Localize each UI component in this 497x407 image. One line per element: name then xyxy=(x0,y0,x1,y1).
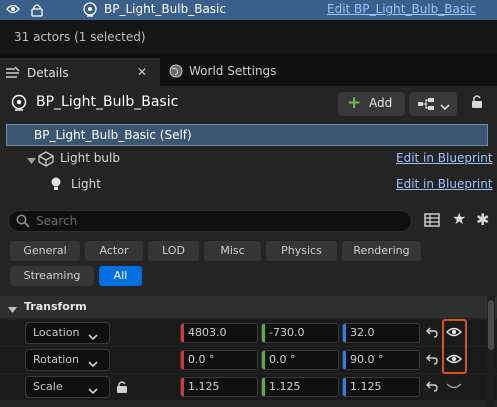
expand-arrow-icon[interactable] xyxy=(27,154,36,168)
rotation-x-field[interactable]: 0.0 ° xyxy=(180,350,258,370)
outliner-selected-row[interactable]: BP_Light_Bulb_Basic Edit BP_Light_Bulb_B… xyxy=(0,0,497,20)
component-tree-item[interactable]: Light bulb Edit in Blueprint xyxy=(0,148,497,170)
property-label: Location xyxy=(33,326,80,339)
chevron-down-icon xyxy=(440,100,450,114)
details-actor-title: BP_Light_Bulb_Basic xyxy=(36,94,179,110)
filter-all[interactable]: All xyxy=(99,266,142,286)
component-tree-item[interactable]: Light Edit in Blueprint xyxy=(0,173,497,195)
location-mode-dropdown[interactable]: Location xyxy=(25,322,110,344)
visibility-highlight-box xyxy=(442,319,467,374)
location-x-field[interactable]: 4803.0 xyxy=(180,323,258,343)
property-row-location: Location 4803.0 -730.0 32.0 xyxy=(0,320,497,346)
chevron-down-icon xyxy=(88,384,98,398)
add-button-label: Add xyxy=(369,96,393,110)
y-axis-marker xyxy=(262,378,265,396)
chevron-down-icon xyxy=(88,357,98,371)
search-icon xyxy=(16,214,30,231)
transform-section-label: Transform xyxy=(24,300,87,313)
scale-x-value: 1.125 xyxy=(188,380,220,393)
filter-actor[interactable]: Actor xyxy=(85,241,143,261)
plus-icon: + xyxy=(347,93,362,113)
chevron-down-icon xyxy=(88,330,98,344)
location-z-field[interactable]: 32.0 xyxy=(342,323,420,343)
visibility-eye-icon[interactable] xyxy=(6,3,20,18)
scale-y-value: 1.125 xyxy=(269,380,301,393)
property-row-rotation: Rotation 0.0 ° 0.0 ° 90.0 ° xyxy=(0,347,497,373)
rotation-z-field[interactable]: 90.0 ° xyxy=(342,350,420,370)
component-self-label: BP_Light_Bulb_Basic (Self) xyxy=(34,128,192,142)
rotation-y-field[interactable]: 0.0 ° xyxy=(261,350,339,370)
location-y-value: -730.0 xyxy=(269,326,305,339)
transform-section-header[interactable]: Transform xyxy=(0,296,497,318)
point-light-icon xyxy=(49,176,63,195)
scale-z-value: 1.125 xyxy=(350,380,382,393)
scale-y-field[interactable]: 1.125 xyxy=(261,377,339,397)
y-axis-marker xyxy=(262,324,265,342)
lock-selection-icon[interactable] xyxy=(470,93,484,112)
add-component-button[interactable]: + Add xyxy=(338,92,405,116)
property-label: Scale xyxy=(33,380,63,393)
z-axis-marker xyxy=(343,324,346,342)
filter-general[interactable]: General xyxy=(10,241,80,261)
location-y-field[interactable]: -730.0 xyxy=(261,323,339,343)
location-x-value: 4803.0 xyxy=(188,326,227,339)
component-tree-self[interactable]: BP_Light_Bulb_Basic (Self) xyxy=(6,124,488,146)
lock-icon[interactable] xyxy=(31,3,43,20)
eye-closed-icon[interactable] xyxy=(446,380,462,395)
scrollbar-thumb[interactable] xyxy=(488,300,494,350)
blueprint-hierarchy-icon xyxy=(417,97,435,114)
rotation-z-value: 90.0 ° xyxy=(350,353,384,366)
rotation-x-value: 0.0 ° xyxy=(188,353,215,366)
z-axis-marker xyxy=(343,378,346,396)
component-label: Light xyxy=(71,177,101,191)
table-view-icon[interactable] xyxy=(424,213,440,230)
reset-arrow-icon[interactable] xyxy=(426,380,438,395)
close-tab-icon[interactable]: ✕ xyxy=(137,65,147,79)
actor-count-label: 31 actors (1 selected) xyxy=(14,30,146,44)
z-axis-marker xyxy=(343,351,346,369)
edit-in-blueprint-link[interactable]: Edit in Blueprint xyxy=(396,151,493,165)
filter-physics[interactable]: Physics xyxy=(266,241,337,261)
gear-icon[interactable]: ✱ xyxy=(476,210,489,229)
property-label: Rotation xyxy=(33,353,80,366)
globe-icon xyxy=(169,64,183,81)
edit-in-blueprint-link[interactable]: Edit in Blueprint xyxy=(396,177,493,191)
scale-z-field[interactable]: 1.125 xyxy=(342,377,420,397)
filter-lod[interactable]: LOD xyxy=(148,241,199,261)
x-axis-marker xyxy=(181,324,184,342)
edit-blueprint-link[interactable]: Edit BP_Light_Bulb_Basic xyxy=(327,2,476,16)
blueprint-options-button[interactable] xyxy=(409,92,457,116)
property-row-scale: Scale 1.125 1.125 1.125 xyxy=(0,374,497,400)
rotation-mode-dropdown[interactable]: Rotation xyxy=(25,349,110,371)
y-axis-marker xyxy=(262,351,265,369)
outliner-actor-name: BP_Light_Bulb_Basic xyxy=(104,2,226,16)
tab-world-settings[interactable]: World Settings xyxy=(160,58,340,86)
filter-rendering[interactable]: Rendering xyxy=(342,241,421,261)
tab-details[interactable]: Details ✕ xyxy=(0,58,160,86)
rotation-y-value: 0.0 ° xyxy=(269,353,296,366)
scale-x-field[interactable]: 1.125 xyxy=(180,377,258,397)
x-axis-marker xyxy=(181,351,184,369)
reset-arrow-icon[interactable] xyxy=(426,353,438,368)
component-label: Light bulb xyxy=(60,151,120,165)
tab-details-label: Details xyxy=(27,66,69,80)
filter-misc[interactable]: Misc xyxy=(204,241,261,261)
scale-mode-dropdown[interactable]: Scale xyxy=(25,376,110,398)
filter-streaming[interactable]: Streaming xyxy=(10,266,94,286)
collapse-arrow-icon xyxy=(8,303,17,317)
location-z-value: 32.0 xyxy=(350,326,375,339)
scale-lock-icon[interactable] xyxy=(116,380,128,397)
tab-world-settings-label: World Settings xyxy=(189,64,277,78)
static-mesh-icon xyxy=(37,151,55,170)
blueprint-actor-icon xyxy=(10,94,28,115)
star-icon[interactable]: ★ xyxy=(452,209,466,228)
x-axis-marker xyxy=(181,378,184,396)
reset-arrow-icon[interactable] xyxy=(426,326,438,341)
details-tab-icon xyxy=(5,66,21,83)
details-search-box[interactable] xyxy=(8,210,412,232)
search-input[interactable] xyxy=(36,212,396,230)
blueprint-actor-icon xyxy=(82,2,98,21)
